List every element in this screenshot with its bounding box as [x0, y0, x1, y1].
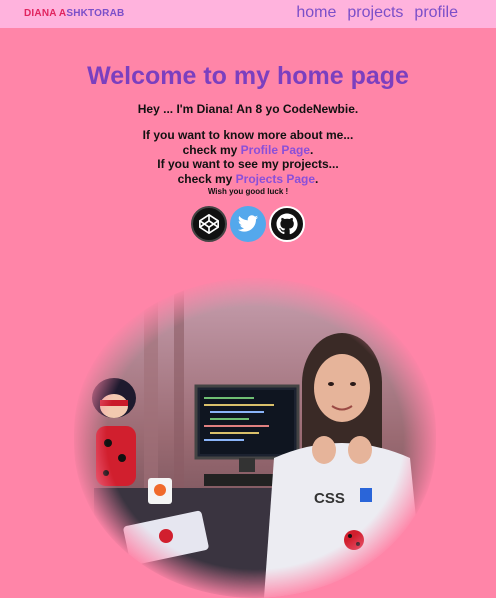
twitter-icon: [237, 215, 259, 232]
about-line-4-prefix: check my: [177, 171, 236, 186]
nav-links: home projects profile: [296, 4, 458, 22]
social-links: [0, 206, 496, 242]
projects-page-link[interactable]: Projects Page: [236, 172, 315, 186]
twitter-link[interactable]: [230, 206, 266, 242]
intro-text: Hey ... I'm Diana! An 8 yo CodeNewbie.: [137, 102, 359, 116]
about-paragraph: If you want to know more about me... che…: [0, 128, 496, 186]
about-line-2-prefix: check my: [182, 142, 241, 157]
brand-logo[interactable]: DIANA ASHKTORAB: [24, 8, 124, 19]
profile-photo: CSS: [74, 278, 436, 598]
navbar: DIANA ASHKTORAB home projects profile: [0, 0, 496, 28]
about-line-4: check my Projects Page.: [0, 172, 496, 187]
nav-home-link[interactable]: home: [296, 4, 336, 22]
about-line-2-suffix: .: [310, 142, 314, 157]
nav-profile-link[interactable]: profile: [414, 4, 458, 22]
codepen-link[interactable]: [191, 206, 227, 242]
main-content: Welcome to my home page Hey ... I'm Dian…: [0, 60, 496, 242]
github-link[interactable]: [269, 206, 305, 242]
nav-projects-link[interactable]: projects: [347, 4, 403, 22]
github-icon: [276, 213, 298, 235]
about-line-1: If you want to know more about me...: [142, 128, 354, 142]
brand-first: DIANA A: [24, 8, 67, 19]
svg-text:CSS: CSS: [314, 490, 345, 507]
about-line-2: check my Profile Page.: [0, 143, 496, 158]
good-luck-text: Wish you good luck !: [207, 187, 289, 196]
codepen-icon: [199, 214, 219, 234]
brand-second: SHKTORAB: [66, 8, 125, 19]
profile-page-link[interactable]: Profile Page: [241, 143, 310, 157]
profile-photo-image: CSS: [74, 278, 436, 598]
about-line-4-suffix: .: [315, 171, 319, 186]
page-title: Welcome to my home page: [87, 62, 409, 90]
about-line-3: If you want to see my projects...: [157, 157, 339, 171]
